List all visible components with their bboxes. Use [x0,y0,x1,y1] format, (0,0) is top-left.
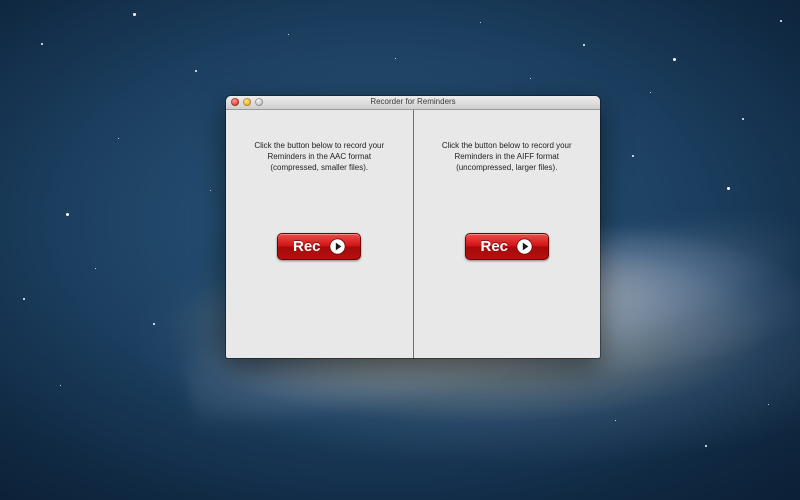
aiff-pane: Click the button below to record your Re… [414,110,601,358]
description-line: Click the button below to record your [254,141,385,150]
star [153,323,155,325]
star [133,13,136,16]
star [727,187,730,190]
app-window: Recorder for Reminders Click the button … [226,96,600,358]
rec-aac-button[interactable]: Rec [277,233,362,260]
star [742,118,744,120]
title-bar[interactable]: Recorder for Reminders [226,96,600,110]
description-line: (uncompressed, larger files). [456,163,558,172]
star [632,155,634,157]
window-content: Click the button below to record your Re… [226,110,600,358]
star [41,43,43,45]
star [95,268,96,269]
star [288,34,289,35]
star [673,58,676,61]
description-line: (compressed, smaller files). [270,163,369,172]
description-line: Reminders in the AAC format [267,152,372,161]
star [705,445,707,447]
star [395,58,396,59]
desktop-background: Recorder for Reminders Click the button … [0,0,800,500]
play-circle-icon [328,238,346,255]
rec-aiff-button[interactable]: Rec [464,233,549,260]
rec-button-label: Rec [292,238,321,255]
play-circle-icon [516,238,533,255]
star [530,78,531,79]
star [66,213,69,216]
star [768,404,769,405]
star [480,22,481,23]
aac-pane: Click the button below to record your Re… [226,110,413,358]
rec-button-label: Rec [480,238,509,255]
aac-description: Click the button below to record your Re… [236,140,403,173]
star [210,190,211,191]
star [195,70,197,72]
star [60,385,61,386]
star [23,298,25,300]
star [780,20,782,22]
aiff-description: Click the button below to record your Re… [424,140,591,173]
window-title: Recorder for Reminders [370,97,456,106]
star [650,92,651,93]
description-line: Reminders in the AIFF format [454,152,559,161]
description-line: Click the button below to record your [441,141,572,150]
star [583,44,585,46]
star [615,420,616,421]
star [118,138,119,139]
